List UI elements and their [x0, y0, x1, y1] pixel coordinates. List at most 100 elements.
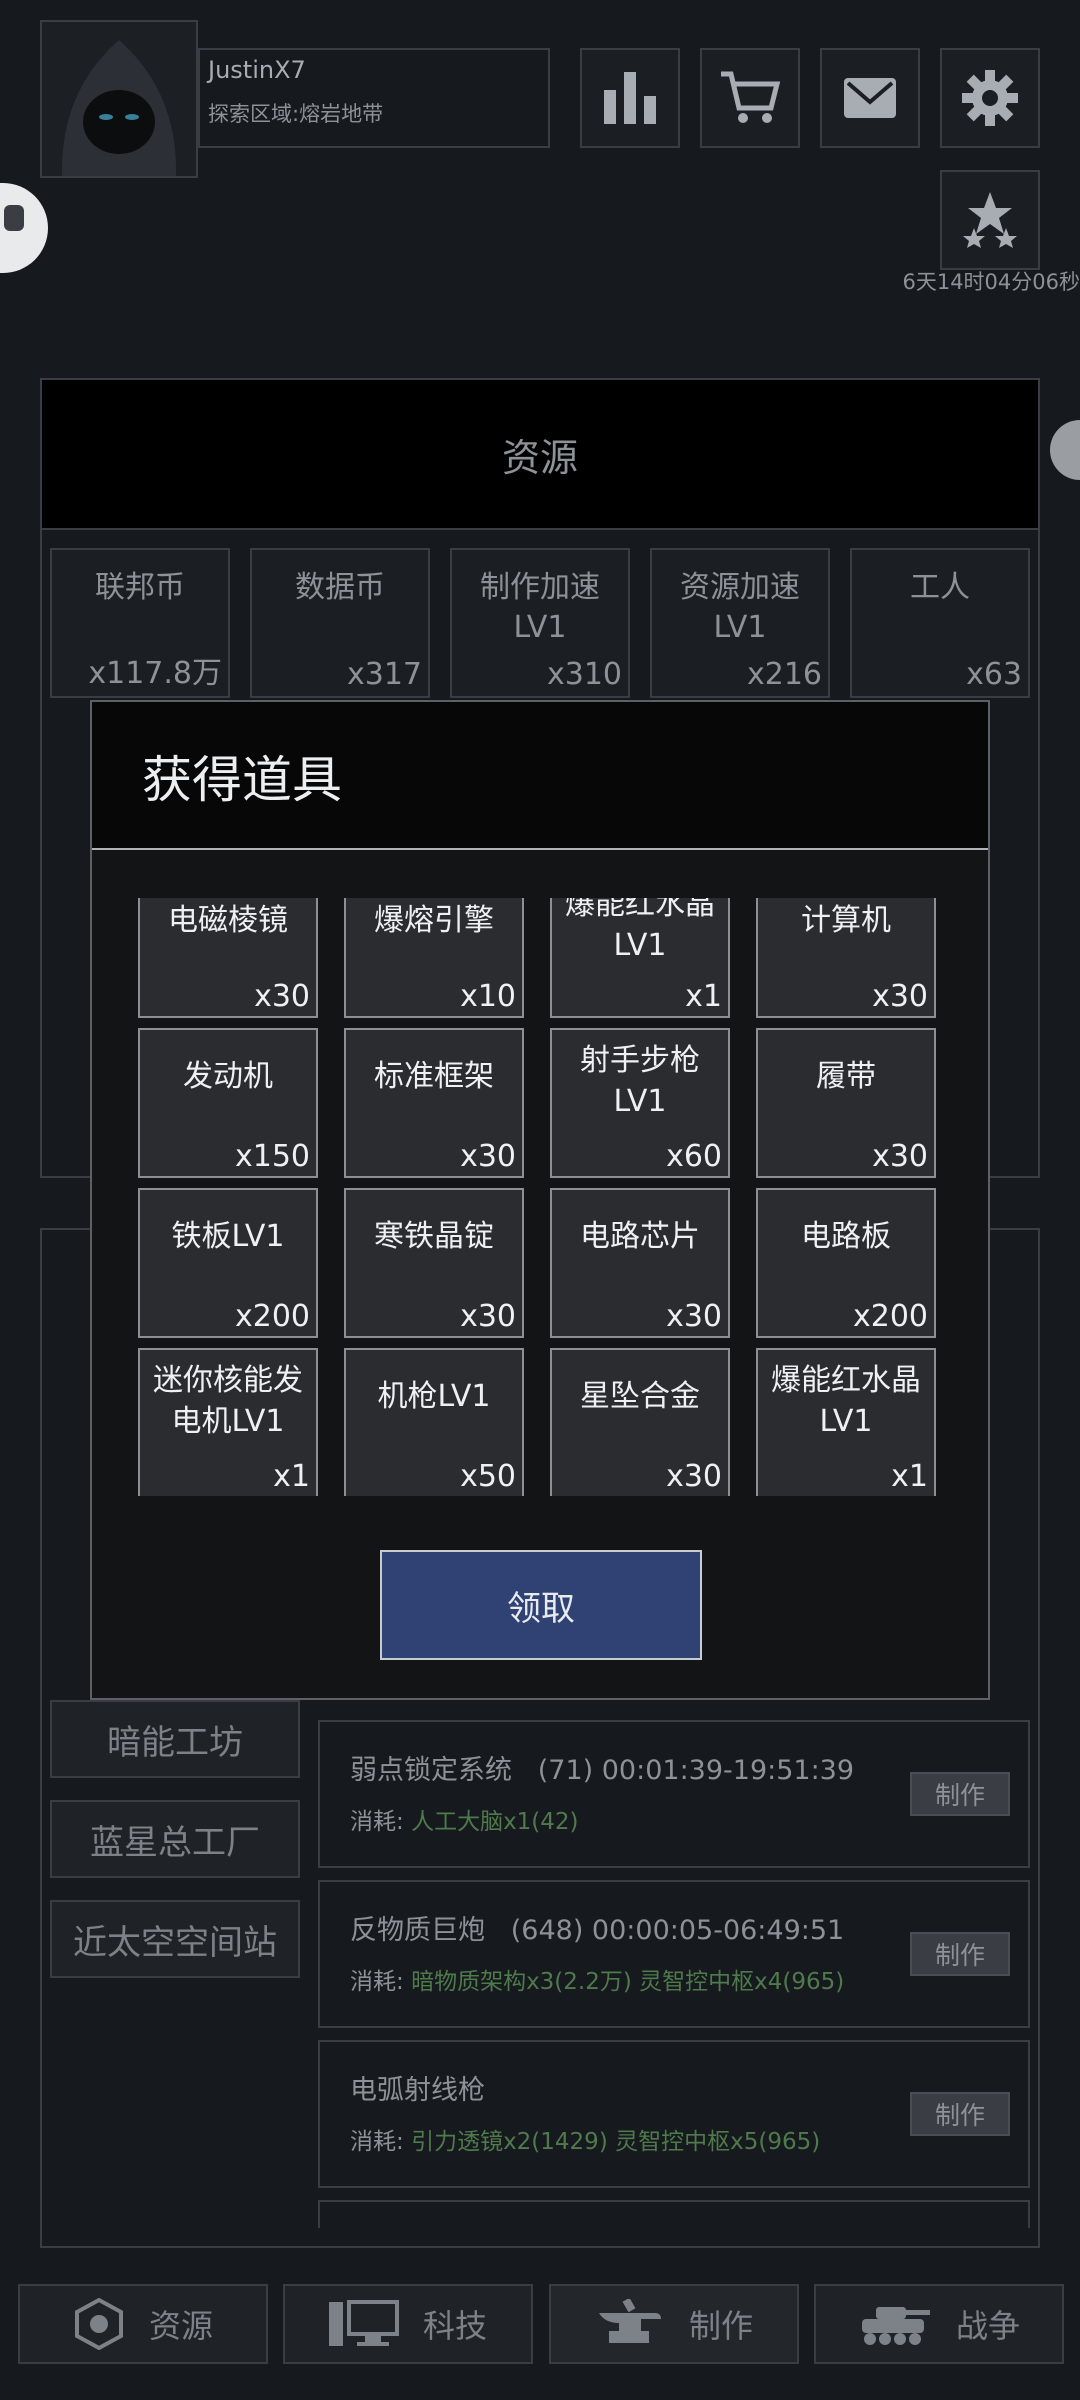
nav-war[interactable]: 战争	[814, 2284, 1064, 2364]
dialog-header: 获得道具	[92, 702, 988, 850]
recipe-name: 电弧射线枪	[350, 2075, 485, 2106]
resource-tile[interactable]: 联邦币 x117.8万	[50, 548, 230, 698]
nav-craft[interactable]: 制作	[549, 2284, 799, 2364]
item-count: x150	[234, 1139, 310, 1174]
item-count: x1	[273, 1459, 310, 1494]
reward-item: 电磁棱镜 x30	[138, 898, 318, 1018]
item-name: 标准框架	[374, 1059, 494, 1094]
item-count: x30	[254, 979, 310, 1014]
craft-button[interactable]: 制作	[910, 1772, 1010, 1816]
resource-tile[interactable]: 工人 x63	[850, 548, 1030, 698]
nav-label: 战争	[955, 2307, 1020, 2345]
dialog-title: 获得道具	[142, 751, 342, 809]
resource-name: 数据币	[295, 570, 385, 605]
item-count: x30	[460, 1299, 516, 1334]
reward-dialog: 获得道具 电磁棱镜 x30 爆熔引擎 x10 爆能红水晶 LV1 x1 计算机 x30 …	[90, 700, 990, 1700]
resource-tile[interactable]: 数据币 x317	[250, 548, 430, 698]
item-name: 迷你核能发 电机LV1	[153, 1363, 303, 1439]
recipe-name: 反物质巨炮	[350, 1915, 485, 1946]
reward-item: 电路板 x200	[756, 1188, 936, 1338]
resource-tile[interactable]: 制作加速 LV1 x310	[450, 548, 630, 698]
recipe-row: 电弧射线枪 消耗: 引力透镜x2(1429) 灵智控中枢x5(965) 制作	[318, 2040, 1030, 2188]
achievement-button[interactable]	[940, 170, 1040, 270]
item-name: 爆能红水晶 LV1	[565, 898, 715, 963]
cart-icon	[721, 71, 781, 123]
craft-button[interactable]: 制作	[910, 2092, 1010, 2136]
floating-side-handle[interactable]	[1050, 420, 1080, 480]
item-name: 射手步枪 LV1	[580, 1043, 700, 1119]
reward-item: 电路芯片 x30	[550, 1188, 730, 1338]
claim-button[interactable]: 领取	[380, 1550, 702, 1660]
item-name: 机枪LV1	[377, 1379, 491, 1414]
item-name: 履带	[816, 1059, 876, 1094]
item-name: 星坠合金	[580, 1379, 700, 1414]
item-count: x200	[852, 1299, 928, 1334]
workshop-button[interactable]: 近太空空间站	[50, 1900, 300, 1978]
resource-count: x310	[546, 657, 622, 692]
item-name: 计算机	[801, 903, 891, 938]
reward-item: 星坠合金 x30	[550, 1348, 730, 1496]
reward-item: 爆能红水晶 LV1 x1	[756, 1348, 936, 1496]
item-name: 电路芯片	[580, 1219, 700, 1254]
hooded-figure-icon	[61, 40, 177, 176]
reward-item: 铁板LV1 x200	[138, 1188, 318, 1338]
recipe-row: 弱点锁定系统 (71) 00:01:39-19:51:39 消耗: 人工大脑x1…	[318, 1720, 1030, 1868]
workshop-button[interactable]: 暗能工坊	[50, 1700, 300, 1778]
consume-label: 消耗:	[350, 1809, 412, 1835]
item-count: x30	[666, 1459, 722, 1494]
mail-button[interactable]	[820, 48, 920, 148]
recipe-row: 反物质巨炮 (648) 00:00:05-06:49:51 消耗: 暗物质架构x…	[318, 1880, 1030, 2028]
recipe-meta: (648) 00:00:05-06:49:51	[510, 1915, 845, 1946]
item-name: 发动机	[183, 1059, 273, 1094]
recipe-consume: 人工大脑x1(42)	[411, 1809, 579, 1835]
player-avatar[interactable]	[40, 20, 198, 178]
reward-item-grid[interactable]: 电磁棱镜 x30 爆熔引擎 x10 爆能红水晶 LV1 x1 计算机 x30 发动机 x1…	[138, 898, 938, 1496]
reward-item: 履带 x30	[756, 1028, 936, 1178]
gear-icon	[962, 70, 1018, 126]
anvil-icon	[598, 2299, 661, 2343]
item-name: 电磁棱镜	[168, 903, 288, 938]
item-name: 寒铁晶锭	[374, 1219, 494, 1254]
star-icon	[963, 192, 1017, 248]
nav-resources[interactable]: 资源	[18, 2284, 268, 2364]
player-name: JustinX7	[208, 56, 306, 84]
consume-label: 消耗:	[350, 2129, 412, 2155]
recipe-consume: 暗物质架构x3(2.2万) 灵智控中枢x4(965)	[411, 1969, 845, 1995]
item-name: 爆能红水晶 LV1	[771, 1363, 921, 1439]
tank-icon	[861, 2307, 930, 2345]
nav-label: 制作	[688, 2307, 753, 2345]
resource-count: x317	[346, 657, 422, 692]
recipe-consume: 引力透镜x2(1429) 灵智控中枢x5(965)	[411, 2129, 821, 2155]
reward-item: 射手步枪 LV1 x60	[550, 1028, 730, 1178]
resource-header: 资源	[40, 378, 1040, 530]
reward-item: 标准框架 x30	[344, 1028, 524, 1178]
item-count: x30	[872, 979, 928, 1014]
recipe-meta: (71) 00:01:39-19:51:39	[537, 1755, 855, 1786]
item-count: x10	[460, 979, 516, 1014]
stats-icon	[604, 72, 656, 124]
item-count: x50	[460, 1459, 516, 1494]
craft-button[interactable]: 制作	[910, 1932, 1010, 1976]
reward-item: 发动机 x150	[138, 1028, 318, 1178]
item-count: x200	[234, 1299, 310, 1334]
item-count: x60	[666, 1139, 722, 1174]
resource-name: 资源加速 LV1	[680, 570, 800, 645]
settings-button[interactable]	[940, 48, 1040, 148]
explore-zone: 探索区域:熔岩地带	[208, 102, 384, 126]
recipe-name: 弱点锁定系统	[350, 1755, 512, 1786]
nav-label: 科技	[422, 2307, 487, 2345]
item-count: x1	[685, 979, 722, 1014]
item-count: x30	[666, 1299, 722, 1334]
item-count: x1	[891, 1459, 928, 1494]
resource-name: 工人	[910, 570, 970, 605]
reward-item: 计算机 x30	[756, 898, 936, 1018]
workshop-button[interactable]: 蓝星总工厂	[50, 1800, 300, 1878]
item-name: 电路板	[801, 1219, 891, 1254]
item-name: 爆熔引擎	[374, 903, 494, 938]
resource-icon	[74, 2298, 123, 2350]
shop-button[interactable]	[700, 48, 800, 148]
resource-tile[interactable]: 资源加速 LV1 x216	[650, 548, 830, 698]
floating-assistant-button[interactable]	[0, 183, 48, 273]
stats-button[interactable]	[580, 48, 680, 148]
nav-tech[interactable]: 科技	[283, 2284, 533, 2364]
